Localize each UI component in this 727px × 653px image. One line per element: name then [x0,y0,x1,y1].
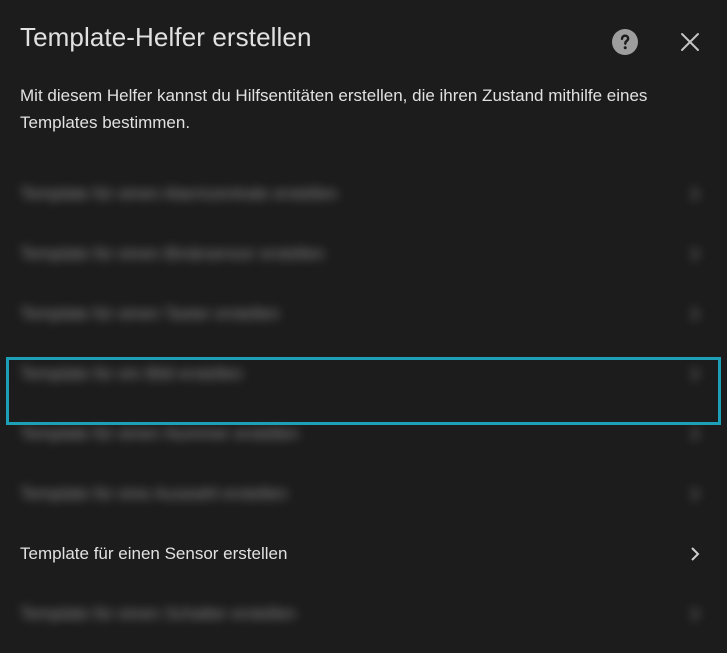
dialog-header: Template-Helfer erstellen [0,0,727,80]
list-item[interactable]: Template für einen Binärsensor erstellen [0,224,727,284]
close-button[interactable] [674,26,706,58]
chevron-right-icon [691,187,700,201]
chevron-right-icon [691,427,700,441]
list-item-label: Template für ein Bild erstellen [20,364,244,383]
list-item-label: Template für einen Nummer erstellen [20,424,299,443]
list-item-label: Template für einen Binärsensor erstellen [20,244,325,263]
dialog-title: Template-Helfer erstellen [20,22,312,52]
chevron-right-icon [691,607,700,621]
list-item[interactable]: Template für einen Schalter erstellen [0,584,727,644]
dialog-description: Mit diesem Helfer kannst du Hilfsentität… [20,86,648,132]
list-item-label: Template für einen Sensor erstellen [20,544,288,563]
chevron-right-icon [691,367,700,381]
chevron-right-icon [691,487,700,501]
list-item-label: Template für einen Taster erstellen [20,304,280,323]
list-item[interactable]: Template für ein Bild erstellen [0,344,727,404]
chevron-right-icon [691,247,700,261]
list-item[interactable]: Template für eine Auswahl erstellen [0,464,727,524]
list-item[interactable]: Template für einen Nummer erstellen [0,404,727,464]
template-helper-dialog: Template-Helfer erstellen Mit diesem Hel… [0,0,727,653]
chevron-right-icon [691,547,700,561]
list-item-label: Template für einen Alarmzentrale erstell… [20,184,338,203]
chevron-right-icon [691,307,700,321]
close-icon [681,33,699,51]
list-item-label: Template für eine Auswahl erstellen [20,484,288,503]
list-item-sensor[interactable]: Template für einen Sensor erstellen [0,524,727,584]
list-item[interactable]: Template für einen Alarmzentrale erstell… [0,164,727,224]
help-circle-icon [612,29,638,55]
list-item[interactable]: Template für einen Taster erstellen [0,284,727,344]
help-button[interactable] [609,26,641,58]
template-type-list: Template für einen Alarmzentrale erstell… [0,164,727,644]
list-item-label: Template für einen Schalter erstellen [20,604,296,623]
